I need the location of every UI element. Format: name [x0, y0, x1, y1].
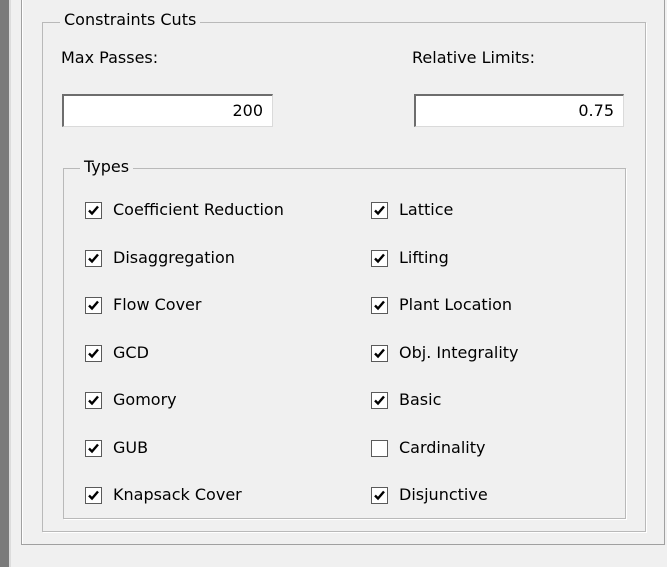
- checkbox-obj-integrality[interactable]: Obj. Integrality: [371, 342, 519, 364]
- checkbox-label: GUB: [113, 438, 149, 457]
- checkbox-label: Flow Cover: [113, 295, 202, 314]
- checkmark-icon[interactable]: [371, 391, 388, 409]
- checkbox-label: Gomory: [113, 390, 177, 409]
- checkmark-icon[interactable]: [85, 296, 102, 314]
- checkmark-icon[interactable]: [371, 249, 388, 267]
- checkmark-icon[interactable]: [85, 391, 102, 409]
- checkbox-knapsack-cover[interactable]: Knapsack Cover: [85, 484, 242, 506]
- checkbox-label: Obj. Integrality: [399, 343, 519, 362]
- checkbox-flow-cover[interactable]: Flow Cover: [85, 294, 201, 316]
- relative-limits-label: Relative Limits:: [412, 48, 535, 67]
- window-left-highlight: [9, 0, 11, 567]
- checkmark-icon[interactable]: [85, 439, 102, 457]
- checkbox-disaggregation[interactable]: Disaggregation: [85, 247, 235, 269]
- checkbox-label: Basic: [399, 390, 442, 409]
- checkmark-icon[interactable]: [85, 201, 102, 219]
- checkbox-coefficient-reduction[interactable]: Coefficient Reduction: [85, 199, 284, 221]
- checkbox-gcd[interactable]: GCD: [85, 342, 149, 364]
- checkmark-icon[interactable]: [85, 486, 102, 504]
- checkmark-icon[interactable]: [371, 201, 388, 219]
- relative-limits-input[interactable]: 0.75: [414, 94, 624, 127]
- constraints-cuts-title: Constraints Cuts: [60, 10, 201, 30]
- checkbox-label: Plant Location: [399, 295, 513, 314]
- checkbox-label: Lifting: [399, 248, 449, 267]
- max-passes-input[interactable]: 200: [62, 94, 273, 127]
- checkbox-label: Knapsack Cover: [113, 485, 242, 504]
- dialog-panel: Constraints Cuts Max Passes: 200 Relativ…: [0, 0, 667, 567]
- checkmark-icon[interactable]: [371, 486, 388, 504]
- checkbox-label: Cardinality: [399, 438, 486, 457]
- max-passes-label: Max Passes:: [61, 48, 159, 67]
- checkbox-plant-location[interactable]: Plant Location: [371, 294, 512, 316]
- window-left-border: [0, 0, 9, 567]
- checkbox-label: GCD: [113, 343, 149, 362]
- empty-checkbox-icon[interactable]: [371, 439, 388, 457]
- checkbox-basic[interactable]: Basic: [371, 389, 441, 411]
- checkmark-icon[interactable]: [85, 344, 102, 362]
- checkbox-disjunctive[interactable]: Disjunctive: [371, 484, 488, 506]
- checkmark-icon[interactable]: [371, 296, 388, 314]
- checkbox-cardinality[interactable]: Cardinality: [371, 437, 485, 459]
- checkbox-gub[interactable]: GUB: [85, 437, 148, 459]
- checkmark-icon[interactable]: [85, 249, 102, 267]
- checkbox-label: Disjunctive: [399, 485, 488, 504]
- checkbox-gomory[interactable]: Gomory: [85, 389, 177, 411]
- types-title: Types: [80, 157, 134, 177]
- checkbox-label: Lattice: [399, 200, 454, 219]
- checkbox-label: Disaggregation: [113, 248, 235, 267]
- checkbox-label: Coefficient Reduction: [113, 200, 284, 219]
- checkbox-lattice[interactable]: Lattice: [371, 199, 453, 221]
- checkbox-lifting[interactable]: Lifting: [371, 247, 449, 269]
- checkmark-icon[interactable]: [371, 344, 388, 362]
